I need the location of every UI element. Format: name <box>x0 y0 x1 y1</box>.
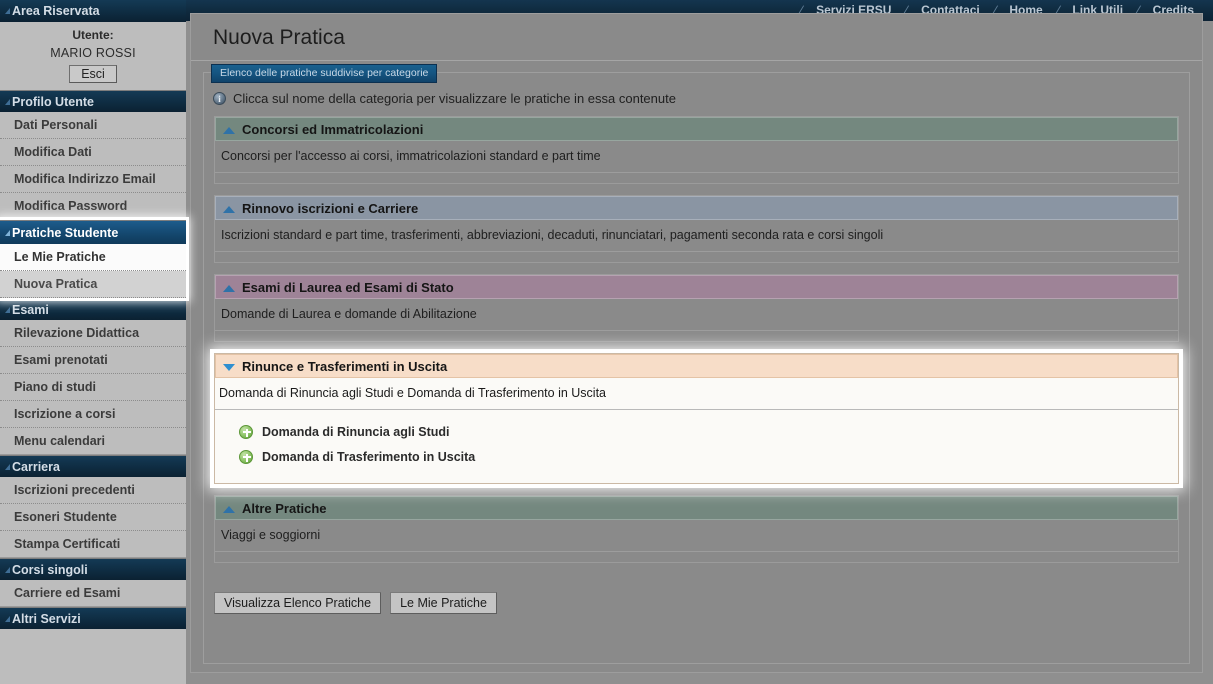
user-label: Utente: <box>72 28 114 42</box>
sidebar-item-carriere-ed-esami[interactable]: Carriere ed Esami <box>0 580 186 607</box>
sidebar-item-modifica-indirizzo-email[interactable]: Modifica Indirizzo Email <box>0 166 186 193</box>
sidebar-item-modifica-password[interactable]: Modifica Password <box>0 193 186 220</box>
sidebar-item-menu-calendari[interactable]: Menu calendari <box>0 428 186 455</box>
category-body-spacer <box>215 252 1178 262</box>
chevron-up-icon <box>223 206 235 213</box>
category-list: Concorsi ed Immatricolazioni Concorsi per… <box>204 116 1189 563</box>
category-header-rinnovo-iscrizioni-e-carriere[interactable]: Rinnovo iscrizioni e Carriere <box>215 196 1178 220</box>
category-title: Altre Pratiche <box>242 501 327 516</box>
category-description: Iscrizioni standard e part time, trasfer… <box>215 220 1178 252</box>
triangle-icon <box>5 307 10 313</box>
triangle-icon <box>5 616 10 622</box>
sidebar-group-pratiche-studente: Pratiche Studente Le Mie Pratiche Nuova Pr… <box>0 220 186 298</box>
footer-button-bar: Visualizza Elenco Pratiche Le Mie Pratich… <box>204 574 1189 614</box>
category-description: Concorsi per l'accesso ai corsi, immatri… <box>215 141 1178 173</box>
sidebar-item-iscrizioni-precedenti[interactable]: Iscrizioni precedenti <box>0 477 186 504</box>
sidebar-group-header-corsi-singoli[interactable]: Corsi singoli <box>0 558 186 580</box>
sidebar-item-stampa-certificati[interactable]: Stampa Certificati <box>0 531 186 558</box>
page-title: Nuova Pratica <box>191 14 1202 61</box>
link-domanda-di-rinuncia-agli-studi[interactable]: Domanda di Rinuncia agli Studi <box>239 419 1178 444</box>
triangle-icon <box>5 99 10 105</box>
button-visualizza-elenco-pratiche[interactable]: Visualizza Elenco Pratiche <box>214 592 382 614</box>
category-rinnovo-iscrizioni-e-carriere: Rinnovo iscrizioni e Carriere Iscrizioni … <box>214 195 1179 263</box>
category-esami-di-laurea-ed-esami-di-stato: Esami di Laurea ed Esami di Stato Domande… <box>214 274 1179 342</box>
category-body-spacer <box>215 552 1178 562</box>
sidebar-item-modifica-dati[interactable]: Modifica Dati <box>0 139 186 166</box>
category-title: Concorsi ed Immatricolazioni <box>242 122 424 137</box>
sidebar-item-piano-di-studi[interactable]: Piano di studi <box>0 374 186 401</box>
category-title: Rinnovo iscrizioni e Carriere <box>242 201 419 216</box>
sidebar-item-iscrizione-a-corsi[interactable]: Iscrizione a corsi <box>0 401 186 428</box>
link-label: Domanda di Trasferimento in Uscita <box>262 449 476 464</box>
category-body-spacer <box>215 173 1178 183</box>
category-header-rinunce-e-trasferimenti-in-uscita[interactable]: Rinunce e Trasferimenti in Uscita <box>215 354 1178 378</box>
sidebar-item-rilevazione-didattica[interactable]: Rilevazione Didattica <box>0 320 186 347</box>
category-description: Viaggi e soggiorni <box>215 520 1178 552</box>
sidebar-group-label: Pratiche Studente <box>12 226 119 240</box>
sidebar-group-header-altri-servizi[interactable]: Altri Servizi <box>0 607 186 629</box>
category-title: Rinunce e Trasferimenti in Uscita <box>242 359 448 374</box>
sidebar-item-le-mie-pratiche[interactable]: Le Mie Pratiche <box>0 244 186 271</box>
triangle-icon <box>5 567 10 573</box>
chevron-up-icon <box>223 285 235 292</box>
hint-text: Clicca sul nome della categoria per visu… <box>233 91 676 106</box>
category-description: Domanda di Rinuncia agli Studi e Domanda… <box>215 378 1178 410</box>
category-header-esami-di-laurea-ed-esami-di-stato[interactable]: Esami di Laurea ed Esami di Stato <box>215 275 1178 299</box>
category-header-altre-pratiche[interactable]: Altre Pratiche <box>215 496 1178 520</box>
sidebar-group-header-carriera[interactable]: Carriera <box>0 455 186 477</box>
info-icon: i <box>213 92 226 105</box>
sidebar: Area Riservata Utente: MARIO ROSSI Esci … <box>0 0 186 684</box>
triangle-icon <box>5 464 10 470</box>
category-body-spacer <box>215 331 1178 341</box>
sidebar-group-header-pratiche-studente[interactable]: Pratiche Studente <box>0 220 186 244</box>
user-box: Utente: MARIO ROSSI Esci <box>0 22 186 90</box>
triangle-icon <box>5 8 10 14</box>
sidebar-group-header-profilo-utente[interactable]: Profilo Utente <box>0 90 186 112</box>
plus-circle-icon <box>239 449 253 464</box>
chevron-up-icon <box>223 506 235 513</box>
triangle-icon <box>5 230 10 236</box>
category-links: Domanda di Rinuncia agli Studi Domanda di… <box>215 410 1178 483</box>
sidebar-group-label: Profilo Utente <box>12 95 94 109</box>
sidebar-item-esoneri-studente[interactable]: Esoneri Studente <box>0 504 186 531</box>
logout-button[interactable]: Esci <box>69 65 117 83</box>
sidebar-group-altri-servizi: Altri Servizi <box>0 607 186 629</box>
sidebar-group-header-esami[interactable]: Esami <box>0 298 186 320</box>
sidebar-group-label: Corsi singoli <box>12 563 88 577</box>
sidebar-group-corsi-singoli: Corsi singoli Carriere ed Esami <box>0 558 186 607</box>
category-rinunce-e-trasferimenti-in-uscita: Rinunce e Trasferimenti in Uscita Domanda… <box>214 353 1179 484</box>
page-panel: Nuova Pratica Elenco delle pratiche sudd… <box>190 13 1203 673</box>
category-altre-pratiche: Altre Pratiche Viaggi e soggiorni <box>214 495 1179 563</box>
user-name: MARIO ROSSI <box>50 46 136 60</box>
sidebar-item-nuova-pratica[interactable]: Nuova Pratica <box>0 271 186 298</box>
chevron-up-icon <box>223 127 235 134</box>
category-header-concorsi-ed-immatricolazioni[interactable]: Concorsi ed Immatricolazioni <box>215 117 1178 141</box>
content-panel: Elenco delle pratiche suddivise per cate… <box>203 64 1190 664</box>
button-le-mie-pratiche[interactable]: Le Mie Pratiche <box>390 592 497 614</box>
sidebar-item-esami-prenotati[interactable]: Esami prenotati <box>0 347 186 374</box>
legend-tab: Elenco delle pratiche suddivise per cate… <box>211 64 438 83</box>
category-concorsi-ed-immatricolazioni: Concorsi ed Immatricolazioni Concorsi per… <box>214 116 1179 184</box>
link-domanda-di-trasferimento-in-uscita[interactable]: Domanda di Trasferimento in Uscita <box>239 444 1178 469</box>
sidebar-item-dati-personali[interactable]: Dati Personali <box>0 112 186 139</box>
sidebar-title-label: Area Riservata <box>12 4 100 18</box>
sidebar-group-esami: Esami Rilevazione Didattica Esami prenotat… <box>0 298 186 455</box>
sidebar-group-profilo-utente: Profilo Utente Dati Personali Modifica Dat… <box>0 90 186 220</box>
sidebar-group-label: Esami <box>12 303 49 317</box>
sidebar-group-label: Carriera <box>12 460 60 474</box>
link-label: Domanda di Rinuncia agli Studi <box>262 424 450 439</box>
category-title: Esami di Laurea ed Esami di Stato <box>242 280 454 295</box>
sidebar-menu: Profilo Utente Dati Personali Modifica Dat… <box>0 90 186 629</box>
sidebar-title-area-riservata: Area Riservata <box>0 0 186 22</box>
category-description: Domande di Laurea e domande di Abilitazi… <box>215 299 1178 331</box>
sidebar-group-label: Altri Servizi <box>12 612 81 626</box>
chevron-down-icon <box>223 364 235 371</box>
sidebar-group-carriera: Carriera Iscrizioni precedenti Esoneri Stu… <box>0 455 186 558</box>
plus-circle-icon <box>239 424 253 439</box>
